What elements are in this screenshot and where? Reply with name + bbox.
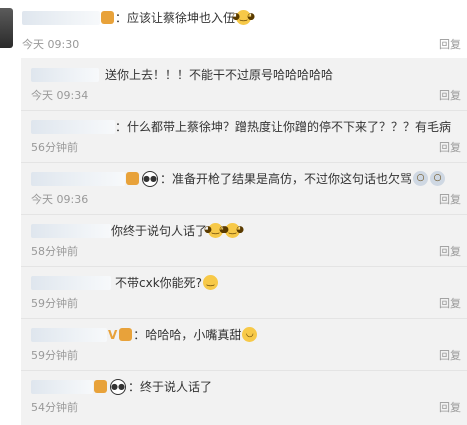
reply-separator: ： — [160, 172, 173, 186]
v-badge-icon: V — [108, 327, 118, 342]
comment-time: 今天 09:30 — [22, 38, 80, 51]
reply-button[interactable]: 回复 — [439, 295, 461, 311]
reply-line: 你终于说句人话了 ◕‿◕ ◕‿◕ — [31, 222, 244, 239]
panda-icon: ●● — [142, 170, 158, 187]
list-item: 你终于说句人话了 ◕‿◕ ◕‿◕ 58分钟前 回复 — [21, 214, 467, 267]
reply-button[interactable]: 回复 — [439, 139, 461, 155]
list-item: 不带cxk你能死? ‿ 59分钟前 回复 — [21, 266, 467, 319]
reply-text: 终于说人话了 — [140, 380, 213, 394]
shocked-emoji-icon: ○ — [413, 171, 429, 186]
reply-time: 今天 09:34 — [31, 89, 89, 102]
reply-line: V ： 哈哈哈，小嘴真甜 ◡ — [31, 326, 258, 343]
list-item: ●● ： 准备开枪了结果是高仿，不过你这句话也欠骂 ○ ○ 今天 09:36 回… — [21, 162, 467, 215]
reply-line: 送你上去！！！不能干不过原号哈哈哈哈哈 — [31, 66, 333, 83]
cry-laugh-emoji-icon: ◡ — [242, 327, 258, 342]
reply-separator: ： — [128, 380, 141, 394]
vip-badge-icon — [101, 11, 114, 24]
blurred-username[interactable] — [31, 275, 111, 290]
reply-button[interactable]: 回复 — [439, 36, 461, 52]
blurred-username[interactable] — [31, 327, 107, 342]
reply-button[interactable]: 回复 — [439, 191, 461, 207]
blurred-username[interactable] — [31, 171, 125, 186]
reply-line: ： 什么都带上蔡徐坤？蹭热度让你蹭的停不下来了？？？有毛病 — [31, 118, 451, 135]
laugh-cat-emoji-icon: ◕‿◕ — [221, 223, 244, 238]
shocked-emoji-icon: ○ — [430, 171, 446, 186]
blurred-username[interactable] — [31, 379, 93, 394]
list-item: V ： 哈哈哈，小嘴真甜 ◡ 59分钟前 回复 — [21, 318, 467, 371]
vip-badge-icon — [94, 380, 107, 393]
reply-time: 54分钟前 — [31, 401, 78, 414]
reply-text: 你终于说句人话了 — [111, 224, 208, 238]
grin-emoji-icon: ‿ — [203, 275, 219, 290]
reply-line: ●● ： 准备开枪了结果是高仿，不过你这句话也欠骂 ○ ○ — [31, 170, 446, 187]
reply-button[interactable]: 回复 — [439, 87, 461, 103]
blurred-username[interactable] — [31, 119, 115, 134]
vip-badge-icon — [126, 172, 139, 185]
reply-button[interactable]: 回复 — [439, 399, 461, 415]
reply-text: 哈哈哈，小嘴真甜 — [145, 328, 242, 342]
reply-time: 今天 09:36 — [31, 193, 89, 206]
list-item: ●● ： 终于说人话了 54分钟前 回复 — [21, 370, 467, 422]
reply-separator: ： — [115, 120, 128, 134]
reply-text: 准备开枪了结果是高仿，不过你这句话也欠骂 — [172, 172, 413, 186]
reply-time: 59分钟前 — [31, 349, 78, 362]
reply-button[interactable]: 回复 — [439, 243, 461, 259]
reply-time: 59分钟前 — [31, 297, 78, 310]
blurred-username[interactable] — [31, 67, 99, 82]
reply-list: 送你上去！！！不能干不过原号哈哈哈哈哈 今天 09:34 回复 ： 什么都带上蔡… — [21, 58, 467, 425]
reply-button[interactable]: 回复 — [439, 347, 461, 363]
blurred-username[interactable] — [22, 10, 100, 25]
reply-separator: ： — [133, 328, 146, 342]
blurred-username[interactable] — [31, 223, 111, 238]
reply-text: 不带cxk你能死? — [115, 276, 203, 290]
reply-time: 56分钟前 — [31, 141, 78, 154]
reply-text: 送你上去！！！不能干不过原号哈哈哈哈哈 — [105, 68, 334, 82]
comment-text: 应该让蔡徐坤也入伍 — [127, 11, 236, 25]
reply-time: 58分钟前 — [31, 245, 78, 258]
comment-line: ： 应该让蔡徐坤也入伍 ◕‿◕ — [22, 9, 255, 26]
reply-line: 不带cxk你能死? ‿ — [31, 274, 219, 291]
comment-separator: ： — [115, 11, 128, 25]
list-item: 送你上去！！！不能干不过原号哈哈哈哈哈 今天 09:34 回复 — [21, 58, 467, 111]
reply-line: ●● ： 终于说人话了 — [31, 378, 212, 395]
list-item: ： 什么都带上蔡徐坤？蹭热度让你蹭的停不下来了？？？有毛病 56分钟前 回复 — [21, 110, 467, 163]
avatar[interactable] — [0, 8, 13, 48]
laugh-cat-emoji-icon: ◕‿◕ — [232, 10, 255, 25]
reply-text: 什么都带上蔡徐坤？蹭热度让你蹭的停不下来了？？？有毛病 — [127, 120, 452, 134]
main-comment: ： 应该让蔡徐坤也入伍 ◕‿◕ 今天 09:30 回复 — [0, 0, 467, 58]
panda-icon: ●● — [110, 378, 126, 395]
vip-badge-icon — [119, 328, 133, 341]
